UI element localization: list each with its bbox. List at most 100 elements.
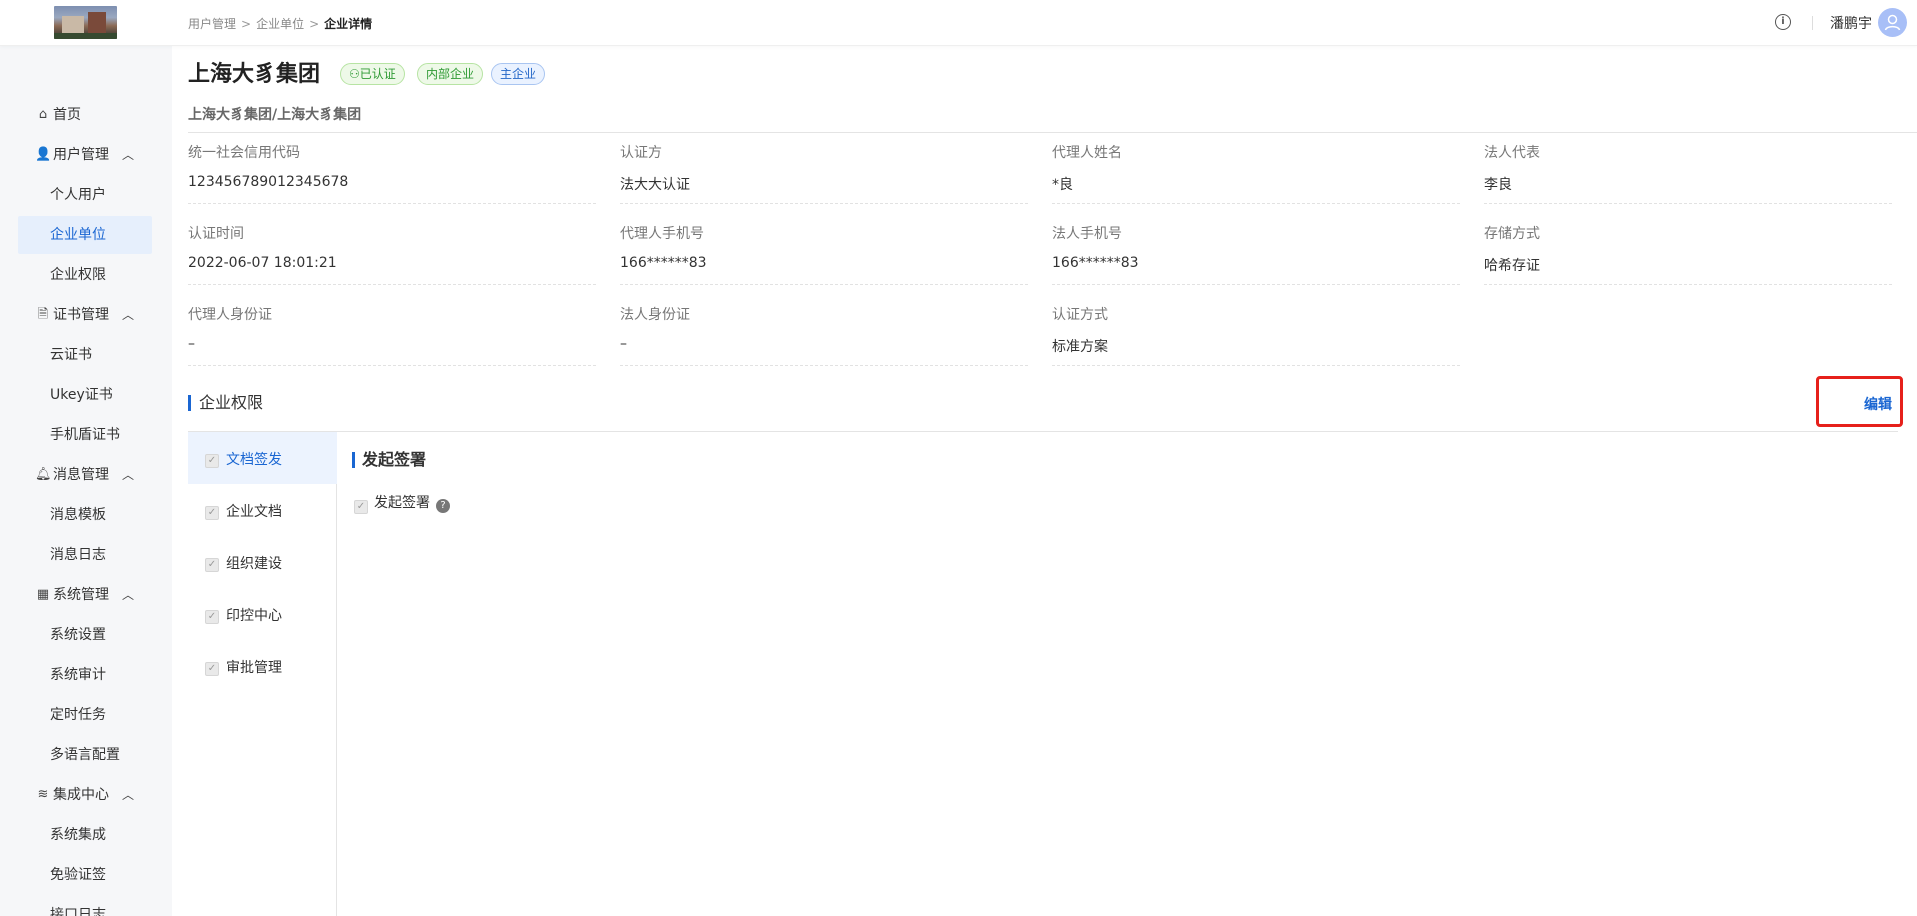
- sidebar-item-i18n-config[interactable]: 多语言配置: [18, 736, 152, 774]
- field-certifier: 认证方 法大大认证: [620, 142, 1028, 204]
- checkbox[interactable]: ✓: [205, 558, 219, 572]
- bell-icon: 🔔︎: [35, 467, 52, 482]
- sidebar-item-label: 首页: [53, 107, 81, 123]
- sidebar-item-verification-free-sign[interactable]: 免验证签: [18, 856, 152, 894]
- sidebar-group-system[interactable]: ▦ 系统管理 ︿: [18, 576, 152, 614]
- permission-category-label: 文档签发: [226, 452, 282, 468]
- sidebar-item-label: 集成中心: [53, 787, 109, 803]
- permission-category-org[interactable]: ✓ 组织建设: [188, 536, 337, 588]
- sidebar-item-cloud-cert[interactable]: 云证书: [18, 336, 152, 374]
- section-title-text: 企业权限: [199, 393, 264, 412]
- tag-label: 已认证: [359, 67, 396, 81]
- sidebar-item-enterprise[interactable]: 企业单位: [18, 216, 152, 254]
- permission-category-label: 审批管理: [226, 660, 282, 676]
- chevron-up-icon[interactable]: ︿: [122, 296, 134, 334]
- checkbox[interactable]: ✓: [205, 610, 219, 624]
- field-value: 2022-06-07 18:01:21: [188, 255, 596, 285]
- help-icon[interactable]: ?: [436, 499, 450, 513]
- sidebar-item-system-settings[interactable]: 系统设置: [18, 616, 152, 654]
- permission-category-label: 印控中心: [226, 608, 282, 624]
- field-cert-method: 认证方式 标准方案: [1052, 304, 1460, 366]
- breadcrumb-item-current: 企业详情: [324, 17, 373, 31]
- permission-category-doc-signing[interactable]: ✓ 文档签发: [188, 432, 337, 484]
- sidebar-item-system-audit[interactable]: 系统审计: [18, 656, 152, 694]
- users-icon: 👤: [35, 147, 52, 162]
- field-value: 标准方案: [1052, 336, 1460, 366]
- field-label: 代理人手机号: [620, 226, 704, 242]
- field-label: 认证时间: [188, 226, 244, 242]
- permission-category-enterprise-docs[interactable]: ✓ 企业文档: [188, 484, 337, 536]
- sidebar-item-system-integration[interactable]: 系统集成: [18, 816, 152, 854]
- sidebar-item-mobile-shield-cert[interactable]: 手机盾证书: [18, 416, 152, 454]
- sidebar-item-scheduled-tasks[interactable]: 定时任务: [18, 696, 152, 734]
- field-label: 统一社会信用代码: [188, 145, 300, 161]
- sidebar-group-certificates[interactable]: 🗎 证书管理 ︿: [18, 296, 152, 334]
- company-logo[interactable]: [54, 6, 117, 39]
- field-cert-time: 认证时间 2022-06-07 18:01:21: [188, 223, 596, 285]
- sidebar-item-message-templates[interactable]: 消息模板: [18, 496, 152, 534]
- field-label: 代理人身份证: [188, 307, 272, 323]
- field-value: 法大大认证: [620, 174, 1028, 204]
- field-storage-method: 存储方式 哈希存证: [1484, 223, 1892, 285]
- chevron-up-icon[interactable]: ︿: [122, 136, 134, 174]
- sidebar-group-user-management[interactable]: 👤 用户管理 ︿: [18, 136, 152, 174]
- field-value: 166******83: [620, 255, 1028, 285]
- permission-detail-title: 发起签署: [352, 452, 426, 468]
- permission-category-approval[interactable]: ✓ 审批管理: [188, 640, 337, 692]
- permission-category-label: 组织建设: [226, 556, 282, 572]
- checkbox[interactable]: ✓: [354, 500, 368, 514]
- checkbox[interactable]: ✓: [205, 506, 219, 520]
- sidebar-item-ukey-cert[interactable]: Ukey证书: [18, 376, 152, 414]
- field-value: *良: [1052, 174, 1460, 204]
- avatar[interactable]: [1878, 8, 1907, 37]
- sidebar-item-api-logs[interactable]: 接口日志: [18, 896, 152, 916]
- permission-category-seal-control[interactable]: ✓ 印控中心: [188, 588, 337, 640]
- tag-main-enterprise: 主企业: [491, 63, 546, 85]
- sidebar-group-integration[interactable]: ≋ 集成中心 ︿: [18, 776, 152, 814]
- checkbox[interactable]: ✓: [205, 662, 219, 676]
- user-icon: [1884, 14, 1901, 31]
- field-agent-id: 代理人身份证 –: [188, 304, 596, 366]
- field-value: 李良: [1484, 174, 1892, 204]
- field-legal-id: 法人身份证 –: [620, 304, 1028, 366]
- field-label: 认证方: [620, 145, 662, 161]
- sidebar-group-messages[interactable]: 🔔︎ 消息管理 ︿: [18, 456, 152, 494]
- field-value: 166******83: [1052, 255, 1460, 285]
- info-circle-icon[interactable]: i: [1775, 14, 1791, 30]
- breadcrumb-separator: >: [309, 17, 320, 31]
- checkbox[interactable]: ✓: [205, 454, 219, 468]
- home-icon: ⌂: [38, 107, 48, 122]
- permission-category-label: 企业文档: [226, 504, 282, 520]
- permission-item-initiate-signing[interactable]: ✓ 发起签署?: [354, 492, 450, 514]
- field-value: –: [188, 336, 596, 366]
- sidebar-item-label: 用户管理: [53, 147, 109, 163]
- chevron-up-icon[interactable]: ︿: [122, 456, 134, 494]
- sidebar-item-enterprise-permissions[interactable]: 企业权限: [18, 256, 152, 294]
- field-label: 认证方式: [1052, 307, 1108, 323]
- field-label: 代理人姓名: [1052, 145, 1122, 161]
- company-name: 上海大豸集团: [188, 62, 321, 87]
- field-label: 法人代表: [1484, 145, 1540, 161]
- field-agent-phone: 代理人手机号 166******83: [620, 223, 1028, 285]
- chevron-up-icon[interactable]: ︿: [122, 776, 134, 814]
- sidebar-item-home[interactable]: ⌂ 首页: [18, 96, 152, 134]
- divider: [188, 431, 1898, 432]
- breadcrumb: 用户管理 > 企业单位 > 企业详情: [188, 15, 372, 32]
- sidebar-item-label: 证书管理: [53, 307, 109, 323]
- main-content: 上海大豸集团 ⚇已认证 内部企业 主企业 上海大豸集团/上海大豸集团 统一社会信…: [172, 46, 1917, 916]
- field-credit-code: 统一社会信用代码 123456789012345678: [188, 142, 596, 204]
- edit-button[interactable]: 编辑: [1864, 394, 1892, 414]
- sidebar-item-message-logs[interactable]: 消息日志: [18, 536, 152, 574]
- sidebar-item-personal-users[interactable]: 个人用户: [18, 176, 152, 214]
- chevron-up-icon[interactable]: ︿: [122, 576, 134, 614]
- breadcrumb-item-user-management[interactable]: 用户管理: [188, 17, 236, 31]
- document-icon: 🗎: [37, 307, 49, 322]
- header-divider: [1812, 16, 1813, 30]
- breadcrumb-item-enterprise[interactable]: 企业单位: [256, 17, 304, 31]
- sidebar-item-label: 消息管理: [53, 467, 109, 483]
- layers-icon: ≋: [37, 787, 49, 802]
- username[interactable]: 潘鹏宇: [1830, 13, 1872, 33]
- tag-verified: ⚇已认证: [340, 63, 405, 85]
- field-value: 123456789012345678: [188, 174, 596, 204]
- field-legal-rep: 法人代表 李良: [1484, 142, 1892, 204]
